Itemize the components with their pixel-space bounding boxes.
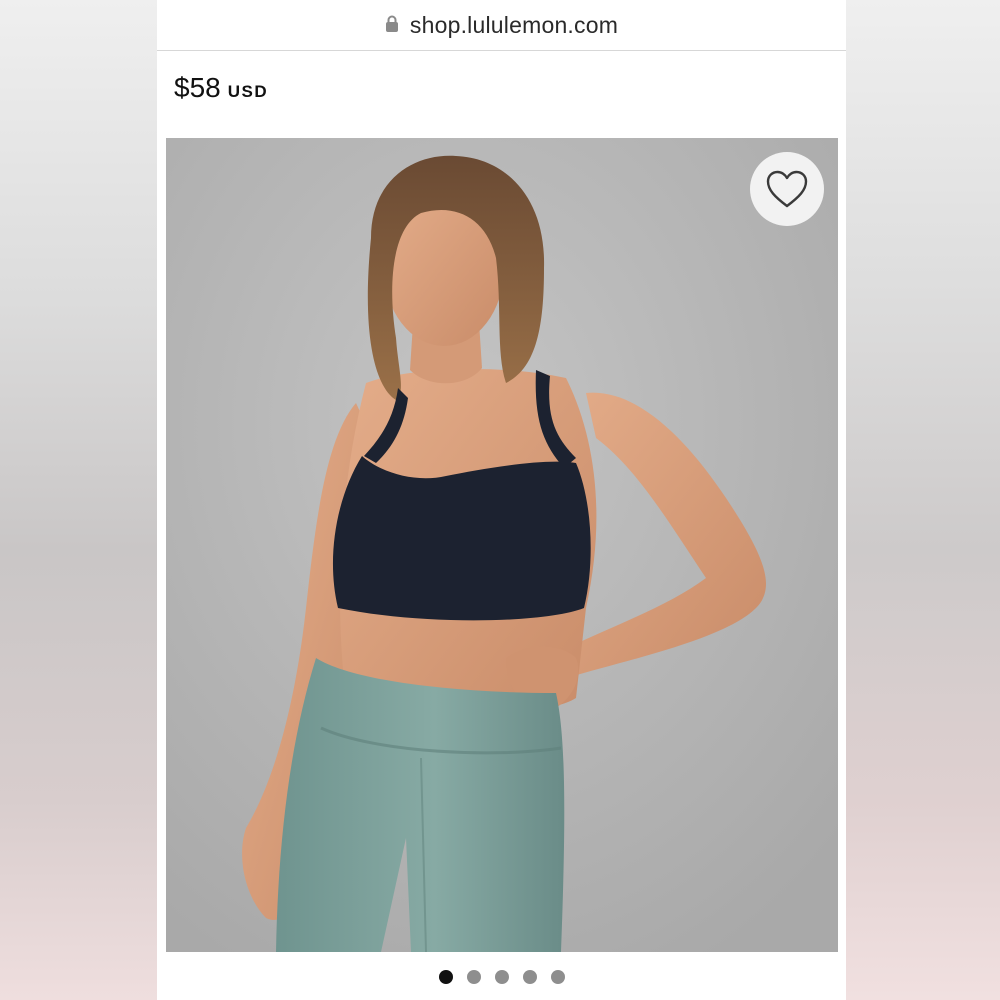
heart-outline-icon <box>766 170 808 208</box>
address-bar[interactable]: shop.lululemon.com <box>157 0 846 51</box>
carousel-dot-4[interactable] <box>522 970 537 984</box>
background-blur-left <box>0 0 157 1000</box>
carousel-dot-5[interactable] <box>550 970 565 984</box>
carousel-dot-3[interactable] <box>494 970 509 984</box>
carousel-dots <box>157 970 846 986</box>
carousel-dot-2[interactable] <box>466 970 481 984</box>
wishlist-button[interactable] <box>750 152 824 226</box>
lock-icon <box>385 15 398 32</box>
carousel-dot-1[interactable] <box>438 970 453 984</box>
price-row: $58 USD <box>174 72 268 112</box>
product-price: $58 <box>174 72 221 103</box>
product-photo <box>166 138 838 952</box>
product-image[interactable] <box>166 138 838 952</box>
phone-screen: shop.lululemon.com $58 USD <box>157 0 846 1000</box>
price-currency: USD <box>227 82 269 101</box>
url-text: shop.lululemon.com <box>409 11 619 38</box>
background-blur-right <box>846 0 1000 1000</box>
